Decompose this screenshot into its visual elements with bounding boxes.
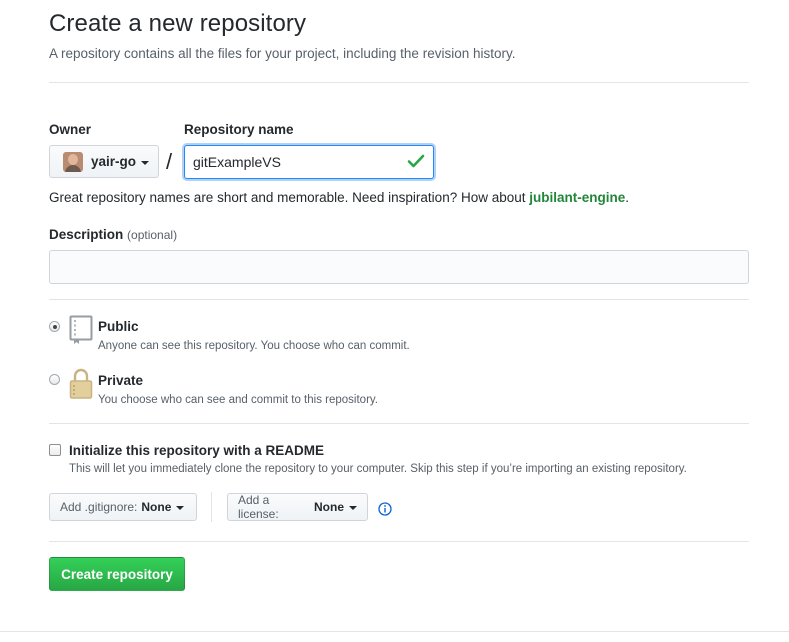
divider — [49, 299, 749, 300]
check-icon — [407, 154, 425, 168]
license-value: None — [314, 500, 344, 514]
public-title: Public — [98, 319, 139, 334]
description-label-text: Description — [49, 227, 124, 242]
name-hint-text: Great repository names are short and mem… — [49, 190, 530, 205]
caret-down-icon — [141, 160, 150, 165]
owner-value: yair-go — [91, 154, 137, 169]
info-icon[interactable] — [378, 502, 392, 516]
owner-select[interactable]: yair-go — [49, 145, 159, 178]
vertical-divider — [211, 492, 212, 522]
caret-down-icon — [349, 506, 357, 510]
name-hint-suffix: . — [625, 190, 630, 205]
public-desc: Anyone can see this repository. You choo… — [98, 340, 410, 352]
create-repository-button[interactable]: Create repository — [49, 557, 185, 591]
lock-icon — [69, 368, 93, 399]
repo-name-label: Repository name — [184, 122, 294, 137]
readme-desc: This will let you immediately clone the … — [69, 463, 687, 475]
private-title: Private — [98, 373, 144, 388]
private-radio[interactable] — [49, 374, 60, 385]
divider — [49, 541, 749, 542]
divider — [49, 82, 749, 83]
divider — [49, 423, 749, 424]
gitignore-value: None — [141, 500, 172, 514]
readme-title: Initialize this repository with a README — [69, 443, 325, 458]
caret-down-icon — [176, 506, 185, 510]
book-icon — [69, 315, 93, 344]
description-input[interactable] — [49, 250, 749, 284]
public-radio[interactable] — [49, 321, 60, 332]
owner-repo-separator: / — [166, 149, 173, 174]
page-subtitle: A repository contains all the files for … — [49, 46, 516, 61]
repo-name-input[interactable] — [184, 145, 434, 179]
footer-divider — [0, 631, 789, 632]
gitignore-label: Add .gitignore: — [60, 500, 138, 514]
avatar — [63, 151, 83, 172]
readme-checkbox[interactable] — [49, 444, 61, 456]
name-hint: Great repository names are short and mem… — [49, 190, 629, 205]
license-label: Add a license: — [238, 493, 279, 521]
page-title: Create a new repository — [49, 10, 307, 37]
private-desc: You choose who can see and commit to thi… — [98, 394, 378, 406]
gitignore-select[interactable]: Add .gitignore: None — [49, 493, 197, 521]
optional-tag: (optional) — [127, 228, 178, 242]
license-select[interactable]: Add a license: None — [227, 493, 368, 521]
name-suggestion-link[interactable]: jubilant-engine — [529, 190, 625, 205]
owner-label: Owner — [49, 122, 92, 137]
description-label: Description (optional) — [49, 227, 177, 242]
